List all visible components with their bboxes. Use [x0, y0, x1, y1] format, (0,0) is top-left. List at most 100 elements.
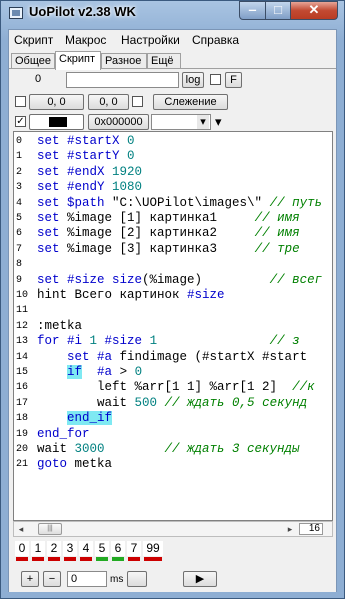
code-text: set #endY 1080	[37, 180, 142, 195]
script-slot[interactable]: 6	[111, 541, 125, 561]
tracking-checkbox[interactable]	[132, 96, 143, 107]
tab-strip: Общее Скрипт Разное Ещё	[9, 51, 336, 70]
code-line[interactable]: 21 goto metka	[14, 457, 324, 472]
script-slot[interactable]: 5	[95, 541, 109, 561]
code-token: for	[37, 334, 68, 349]
code-text: set $path "C:\UOPilot\images\" // путь	[37, 196, 322, 211]
code-line[interactable]: 18 end_if	[14, 411, 324, 426]
f-button[interactable]: F	[225, 72, 242, 88]
coord-button-2[interactable]: 0, 0	[88, 94, 129, 110]
code-text: set %image [3] картинка3 // тре	[37, 242, 300, 257]
code-token: end_if	[67, 411, 113, 426]
delay-field[interactable]: 0	[67, 571, 107, 587]
value-field[interactable]	[66, 72, 179, 88]
code-token: // тре	[254, 241, 300, 256]
code-text: set %image [2] картинка2 // имя	[37, 226, 300, 241]
code-token: :metka	[37, 318, 83, 333]
line-number: 1	[16, 151, 23, 163]
scroll-thumb[interactable]: |||	[38, 523, 62, 535]
minimize-button[interactable]: ‒	[239, 1, 266, 20]
code-line[interactable]: 16 left %arr[1 1] %arr[1 2] //к	[14, 380, 324, 395]
code-token: // имя	[254, 211, 300, 225]
script-slot[interactable]: 3	[63, 541, 77, 561]
tab-general[interactable]: Общее	[11, 53, 55, 69]
code-line[interactable]: 10 hint Всего картинок #size	[14, 288, 324, 303]
close-button[interactable]: ✕	[290, 1, 338, 20]
window-select[interactable]: ▾	[151, 114, 211, 130]
code-line[interactable]: 15 if #a > 0	[14, 365, 324, 380]
code-line[interactable]: 6 set %image [2] картинка2 // имя	[14, 226, 324, 241]
code-line[interactable]: 3 set #endY 1080	[14, 180, 324, 195]
code-line[interactable]: 8	[14, 257, 324, 272]
title-bar[interactable]: UoPilot v2.38 WK ‒ □ ✕	[1, 1, 344, 27]
line-number: 17	[16, 397, 29, 409]
horizontal-scrollbar[interactable]: ◂ ||| ▸ 16	[13, 521, 333, 537]
script-slot[interactable]: 4	[79, 541, 93, 561]
code-line[interactable]: 1 set #startY 0	[14, 149, 324, 164]
code-line[interactable]: 9 set #size size(%image) // всег	[14, 273, 324, 288]
code-token: #i	[67, 334, 90, 349]
chevron-down-icon[interactable]: ▾	[197, 115, 209, 129]
script-slot[interactable]: 2	[47, 541, 61, 561]
code-line[interactable]: 13 for #i 1 #size 1 // з	[14, 334, 324, 349]
code-text: set #startX 0	[37, 134, 135, 149]
coords-checkbox[interactable]	[15, 96, 26, 107]
code-token: [1] картинка1	[119, 211, 255, 225]
line-number: 20	[16, 444, 29, 455]
tab-misc[interactable]: Разное	[101, 53, 147, 69]
tab-script[interactable]: Скрипт	[55, 51, 101, 70]
scroll-left-icon[interactable]: ◂	[15, 523, 27, 535]
code-line[interactable]: 19 end_for	[14, 427, 324, 442]
tracking-button[interactable]: Слежение	[153, 94, 228, 110]
remove-button[interactable]: −	[43, 571, 61, 587]
menu-macro[interactable]: Макрос	[65, 33, 106, 47]
code-line[interactable]: 5 set %image [1] картинка1 // имя	[14, 211, 324, 226]
script-slot[interactable]: 0	[15, 541, 29, 561]
coord-button-1[interactable]: 0, 0	[29, 94, 84, 110]
code-line[interactable]: 17 wait 500 // ждать 0,5 секунд	[14, 396, 324, 411]
f-checkbox[interactable]	[210, 74, 221, 85]
script-slot[interactable]: 1	[31, 541, 45, 561]
scroll-right-icon[interactable]: ▸	[284, 523, 296, 535]
line-number: 12	[16, 320, 29, 332]
code-token: [3] картинка3	[119, 241, 255, 256]
window-title: UoPilot v2.38 WK	[29, 4, 136, 19]
code-line[interactable]: 7 set %image [3] картинка3 // тре	[14, 242, 324, 257]
script-slot[interactable]: 99	[143, 541, 163, 561]
code-line[interactable]: 2 set #endX 1920	[14, 165, 324, 180]
menu-arrow-icon[interactable]: ▾	[215, 115, 222, 128]
script-editor[interactable]: 0 set #startX 0 1 set #startY 0 2 set #endX 1…	[13, 131, 333, 521]
code-line[interactable]: 11	[14, 303, 324, 318]
small-button[interactable]	[127, 571, 147, 587]
code-token: 1	[89, 334, 105, 349]
color-swatch-button[interactable]	[29, 114, 84, 130]
code-token: #size	[187, 288, 225, 302]
slot-status-marker	[112, 557, 124, 561]
code-token: hint Всего картинок	[37, 288, 188, 302]
code-text: set #a findimage (#startX #start	[37, 350, 307, 365]
line-number: 14	[16, 351, 29, 363]
code-token: set	[37, 180, 68, 195]
menu-help[interactable]: Справка	[192, 33, 239, 47]
tab-more[interactable]: Ещё	[147, 53, 181, 69]
code-line[interactable]: 12 :metka	[14, 319, 324, 334]
code-line[interactable]: 20 wait 3000 // ждать 3 секунды	[14, 442, 324, 457]
code-line[interactable]: 0 set #startX 0	[14, 134, 324, 149]
code-token: wait	[37, 395, 135, 410]
color-value-button[interactable]: 0x000000	[88, 114, 149, 130]
code-token: "C:\UOPilot\images\"	[112, 195, 263, 210]
code-line[interactable]: 14 set #a findimage (#startX #start	[14, 350, 324, 365]
log-button[interactable]: log	[182, 72, 204, 88]
code-token: %image	[67, 226, 120, 241]
menu-settings[interactable]: Настройки	[121, 33, 180, 47]
script-slot[interactable]: 7	[127, 541, 141, 561]
menu-script[interactable]: Скрипт	[14, 33, 53, 47]
line-number: 19	[16, 428, 29, 440]
run-button[interactable]: ▶	[183, 571, 217, 587]
code-line[interactable]: 4 set $path "C:\UOPilot\images\" // путь	[14, 196, 324, 211]
maximize-button[interactable]: □	[265, 1, 291, 20]
color-checkbox[interactable]: ✓	[15, 116, 26, 127]
add-button[interactable]: +	[21, 571, 39, 587]
